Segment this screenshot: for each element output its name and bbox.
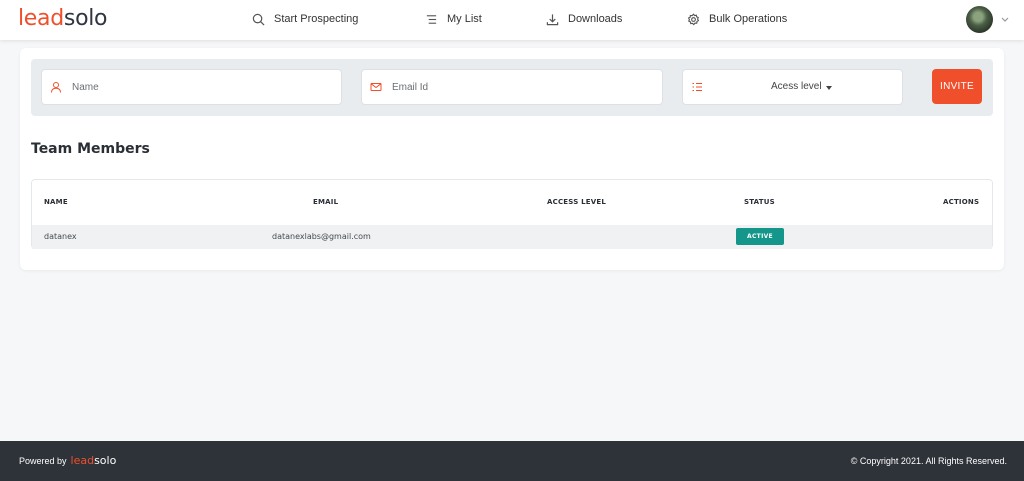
download-icon: [546, 13, 559, 25]
footer-logo-solo: solo: [94, 454, 117, 467]
footer-logo[interactable]: leadsolo: [71, 454, 117, 467]
footer-logo-lead: lead: [70, 454, 95, 467]
mail-icon: [370, 83, 382, 91]
powered-by-text: Powered by: [19, 456, 67, 466]
powered-by: Powered by leadsolo: [19, 454, 116, 467]
list-check-icon: [692, 83, 702, 91]
member-email: datanexlabs@gmail.com: [272, 232, 371, 241]
search-icon: [252, 13, 265, 25]
chevron-down-icon[interactable]: [1000, 14, 1010, 24]
footer: Powered by leadsolo © Copyright 2021. Al…: [0, 441, 1024, 481]
user-icon: [51, 82, 61, 93]
name-input[interactable]: [72, 81, 312, 93]
table-row[interactable]: datanex datanexlabs@gmail.com ACTIVE: [32, 225, 992, 249]
team-card: Acess level INVITE Team Members NAME EMA…: [20, 48, 1004, 270]
nav-bulk-operations[interactable]: Bulk Operations: [687, 11, 787, 27]
nav-label: Start Prospecting: [274, 13, 359, 25]
email-input[interactable]: [392, 81, 632, 93]
column-header-actions: ACTIONS: [943, 198, 980, 206]
team-members-table: NAME EMAIL ACCESS LEVEL STATUS ACTIONS d…: [31, 179, 993, 249]
column-header-email: EMAIL: [313, 198, 339, 206]
top-navbar: leadsolo Start Prospecting My List Downl…: [0, 0, 1024, 40]
access-level-select[interactable]: Acess level: [682, 69, 903, 105]
gear-icon: [687, 12, 700, 25]
list-icon: [426, 14, 437, 24]
name-field[interactable]: [41, 69, 342, 105]
section-title: Team Members: [31, 141, 150, 157]
nav-downloads[interactable]: Downloads: [546, 11, 622, 27]
user-avatar[interactable]: [966, 6, 993, 33]
nav-label: Downloads: [568, 13, 623, 25]
column-header-name: NAME: [44, 198, 68, 206]
nav-label: My List: [447, 13, 482, 25]
nav-start-prospecting[interactable]: Start Prospecting: [252, 11, 358, 27]
logo-lead-text: lead: [18, 6, 64, 31]
column-header-status: STATUS: [744, 198, 775, 206]
leadsolo-logo[interactable]: leadsolo: [18, 6, 108, 32]
status-badge: ACTIVE: [736, 228, 784, 245]
nav-label: Bulk Operations: [709, 13, 788, 25]
access-level-label: Acess level: [771, 81, 822, 92]
member-name: datanex: [44, 232, 77, 241]
nav-my-list[interactable]: My List: [425, 11, 482, 27]
column-header-access-level: ACCESS LEVEL: [547, 198, 606, 206]
invite-button[interactable]: INVITE: [932, 69, 982, 104]
invite-bar: Acess level INVITE: [31, 59, 993, 116]
caret-down-icon: [826, 86, 832, 90]
logo-solo-text: solo: [63, 6, 108, 31]
email-field[interactable]: [361, 69, 663, 105]
copyright-text: © Copyright 2021. All Rights Reserved.: [850, 456, 1007, 466]
